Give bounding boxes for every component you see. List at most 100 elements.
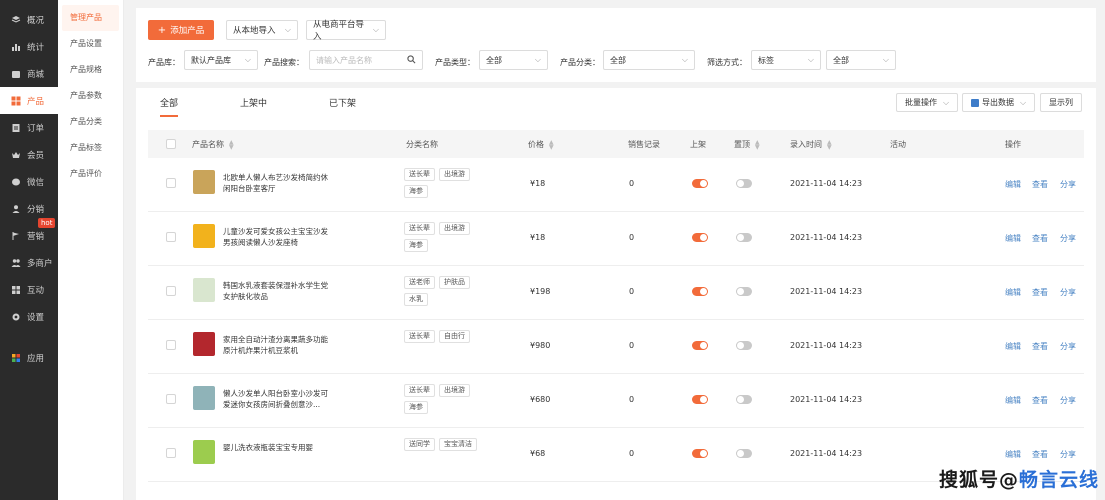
share-link[interactable]: 分享	[1060, 341, 1076, 352]
edit-link[interactable]: 编辑	[1005, 449, 1021, 460]
row-checkbox[interactable]	[166, 340, 176, 350]
user-icon	[11, 204, 21, 214]
product-thumbnail[interactable]	[193, 170, 215, 194]
pin-top-toggle[interactable]	[736, 341, 752, 350]
row-checkbox[interactable]	[166, 232, 176, 242]
sidebar-item-overview[interactable]: 概况	[0, 6, 58, 33]
sidebar-item-wechat[interactable]: 微信	[0, 168, 58, 195]
sidebar-item-products[interactable]: 产品	[0, 87, 58, 114]
wechat-icon	[11, 177, 21, 187]
chevron-down-icon: ⌵	[244, 55, 251, 64]
import-local-dropdown[interactable]: 从本地导入 ⌵	[226, 20, 298, 40]
product-search-input[interactable]: 请输入产品名称	[309, 50, 423, 70]
filter-mode-select[interactable]: 标签 ⌵	[751, 50, 821, 70]
sidebar-item-interaction[interactable]: 互动	[0, 276, 58, 303]
tab-unlisted[interactable]: 已下架	[329, 96, 356, 115]
type-select[interactable]: 全部 ⌵	[479, 50, 548, 70]
header-price[interactable]: 价格 ▲ ▼	[528, 139, 554, 150]
select-all-checkbox[interactable]	[166, 139, 176, 149]
category-tags: 送长辈 出境游 海参	[404, 384, 484, 418]
plus-icon: +	[157, 24, 167, 36]
edit-link[interactable]: 编辑	[1005, 395, 1021, 406]
subnav-item[interactable]: 产品参数	[58, 83, 123, 109]
product-name[interactable]: 儿童沙发可爱女孩公主宝宝沙发男孩阅读懒人沙发座椅	[223, 226, 335, 248]
export-data-button[interactable]: 导出数据 ⌵	[962, 93, 1036, 112]
sidebar-item-stats[interactable]: 统计	[0, 33, 58, 60]
edit-link[interactable]: 编辑	[1005, 233, 1021, 244]
row-checkbox[interactable]	[166, 286, 176, 296]
category-select[interactable]: 全部 ⌵	[603, 50, 695, 70]
product-name[interactable]: 韩国水乳液套装保湿补水学生党女护肤化妆品	[223, 280, 335, 302]
subnav-item[interactable]: 产品规格	[58, 57, 123, 83]
sidebar-item-members[interactable]: 会员	[0, 141, 58, 168]
edit-link[interactable]: 编辑	[1005, 287, 1021, 298]
edit-link[interactable]: 编辑	[1005, 179, 1021, 190]
listed-toggle[interactable]	[692, 179, 708, 188]
view-link[interactable]: 查看	[1032, 233, 1048, 244]
sidebar-item-marketing[interactable]: 营销 hot	[0, 218, 58, 249]
listed-toggle[interactable]	[692, 395, 708, 404]
subnav-item[interactable]: 管理产品	[62, 5, 119, 31]
product-thumbnail[interactable]	[193, 278, 215, 302]
header-top[interactable]: 置顶 ▲ ▼	[734, 139, 760, 150]
sidebar-item-mall[interactable]: 商城	[0, 60, 58, 87]
share-link[interactable]: 分享	[1060, 287, 1076, 298]
view-link[interactable]: 查看	[1032, 449, 1048, 460]
display-columns-button[interactable]: 显示列	[1040, 93, 1082, 112]
product-thumbnail[interactable]	[193, 386, 215, 410]
share-link[interactable]: 分享	[1060, 233, 1076, 244]
sidebar-item-settings[interactable]: 设置	[0, 303, 58, 330]
product-name[interactable]: 家用全自动汁渣分离果蔬多功能原汁机炸果汁机豆浆机	[223, 334, 335, 356]
pin-top-toggle[interactable]	[736, 287, 752, 296]
header-time[interactable]: 录入时间 ▲ ▼	[790, 139, 832, 150]
pin-top-toggle[interactable]	[736, 449, 752, 458]
listed-toggle[interactable]	[692, 287, 708, 296]
view-link[interactable]: 查看	[1032, 341, 1048, 352]
header-name[interactable]: 产品名称 ▲ ▼	[192, 139, 234, 150]
subnav-item[interactable]: 产品分类	[58, 109, 123, 135]
table-row: 韩国水乳液套装保湿补水学生党女护肤化妆品 送老师 护肤品 水乳 ¥198 0 2021-11…	[148, 266, 1084, 320]
category-tag: 海参	[404, 401, 428, 414]
search-icon[interactable]	[407, 55, 416, 66]
subnav-item[interactable]: 产品标签	[58, 135, 123, 161]
import-ecommerce-dropdown[interactable]: 从电商平台导入 ⌵	[306, 20, 386, 42]
subnav-item[interactable]: 产品设置	[58, 31, 123, 57]
tab-all[interactable]: 全部	[160, 96, 179, 117]
share-link[interactable]: 分享	[1060, 395, 1076, 406]
pin-top-toggle[interactable]	[736, 395, 752, 404]
batch-actions-button[interactable]: 批量操作 ⌵	[896, 93, 959, 112]
product-thumbnail[interactable]	[193, 332, 215, 356]
view-link[interactable]: 查看	[1032, 179, 1048, 190]
pin-top-toggle[interactable]	[736, 179, 752, 188]
share-link[interactable]: 分享	[1060, 449, 1076, 460]
listed-toggle[interactable]	[692, 449, 708, 458]
chevron-down-icon: ⌵	[372, 25, 379, 34]
product-name[interactable]: 婴儿洗衣液瓶装宝宝专用婴	[223, 442, 335, 453]
filter-value-select[interactable]: 全部 ⌵	[826, 50, 896, 70]
tab-listed[interactable]: 上架中	[240, 96, 267, 115]
crown-icon	[11, 150, 21, 160]
view-link[interactable]: 查看	[1032, 287, 1048, 298]
product-thumbnail[interactable]	[193, 224, 215, 248]
row-checkbox[interactable]	[166, 394, 176, 404]
listed-toggle[interactable]	[692, 233, 708, 242]
entry-time: 2021-11-04 14:23	[790, 287, 863, 296]
sidebar-item-orders[interactable]: 订单	[0, 114, 58, 141]
product-thumbnail[interactable]	[193, 440, 215, 464]
listed-toggle[interactable]	[692, 341, 708, 350]
library-select[interactable]: 默认产品库 ⌵	[184, 50, 258, 70]
add-product-button[interactable]: + 添加产品	[148, 20, 214, 40]
edit-link[interactable]: 编辑	[1005, 341, 1021, 352]
product-name[interactable]: 懒人沙发单人阳台卧室小沙发可爱迷你女孩房间折叠创意沙...	[223, 388, 335, 410]
product-name[interactable]: 北欧单人懒人布艺沙发椅简约休闲阳台卧室客厅	[223, 172, 335, 194]
product-price: ¥680	[530, 395, 551, 404]
sidebar-item-apps[interactable]: 应用	[0, 344, 58, 371]
sidebar-item-merchants[interactable]: 多商户	[0, 249, 58, 276]
subnav-item[interactable]: 产品评价	[58, 161, 123, 187]
product-subnav: 管理产品 产品设置 产品规格 产品参数 产品分类 产品标签 产品评价	[58, 0, 124, 500]
row-checkbox[interactable]	[166, 448, 176, 458]
row-checkbox[interactable]	[166, 178, 176, 188]
share-link[interactable]: 分享	[1060, 179, 1076, 190]
pin-top-toggle[interactable]	[736, 233, 752, 242]
view-link[interactable]: 查看	[1032, 395, 1048, 406]
